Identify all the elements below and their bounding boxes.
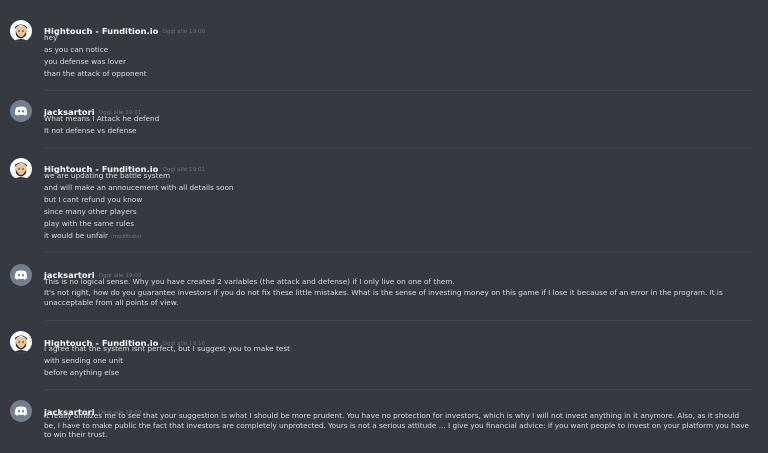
message-line: play with the same rules (44, 219, 134, 228)
message-line: It not defense vs defense (44, 126, 137, 135)
message-line: This is no logical sense. Why you have c… (44, 277, 455, 286)
message-line: It's not right, how do you guarantee inv… (44, 288, 723, 307)
message-line: I agree that the system isnt perfect, bu… (44, 344, 290, 353)
bearded-man-avatar-icon (10, 331, 32, 353)
message-header: Hightouch - Fundition.io Oggi alle 19:10 (44, 331, 205, 348)
message-header: jacksartori Oggi alle 19:01 (44, 100, 141, 117)
discord-logo-icon (10, 100, 32, 122)
message-line: since many other players (44, 207, 137, 216)
message-line: It really amazes me to see that your sug… (44, 411, 750, 440)
message-line: but I cant refund you know (44, 195, 143, 204)
message-line: you defense was lover (44, 57, 127, 66)
bearded-man-avatar-icon (10, 20, 32, 42)
message-line: What means I Attack he defend (44, 114, 160, 123)
discord-logo-icon (10, 400, 32, 422)
message-text: it would be unfair (44, 231, 109, 240)
message-divider (44, 320, 752, 321)
edited-label: (modificato) (111, 234, 142, 240)
message-line: with sending one unit (44, 356, 123, 365)
avatar[interactable] (10, 400, 32, 422)
message-header: Hightouch - Fundition.io Oggi alle 19:00 (44, 19, 205, 36)
message-divider (44, 252, 752, 253)
chat-message-list: Hightouch - Fundition.io Oggi alle 19:00 … (0, 0, 768, 453)
message-header: Hightouch - Fundition.io Oggi alle 19:01 (44, 157, 205, 174)
message-line: than the attack of opponent (44, 69, 147, 78)
message-header: jacksartori Oggi alle 19:02 (44, 263, 141, 280)
message-line: before anything else (44, 368, 120, 377)
bearded-man-avatar-icon (10, 158, 32, 180)
avatar[interactable] (10, 100, 32, 122)
avatar[interactable] (10, 331, 32, 353)
message-line: as you can notice (44, 45, 109, 54)
message-divider (44, 389, 752, 390)
message-divider (44, 147, 752, 148)
avatar[interactable] (10, 264, 32, 286)
message-line: hey (44, 33, 58, 42)
message-line: we are updating the battle system (44, 171, 171, 180)
discord-logo-icon (10, 264, 32, 286)
avatar[interactable] (10, 158, 32, 180)
message-divider (44, 90, 752, 91)
message-line: it would be unfair (modificato) (44, 230, 752, 243)
avatar[interactable] (10, 20, 32, 42)
message-line: and will make an annoucement with all de… (44, 183, 234, 192)
